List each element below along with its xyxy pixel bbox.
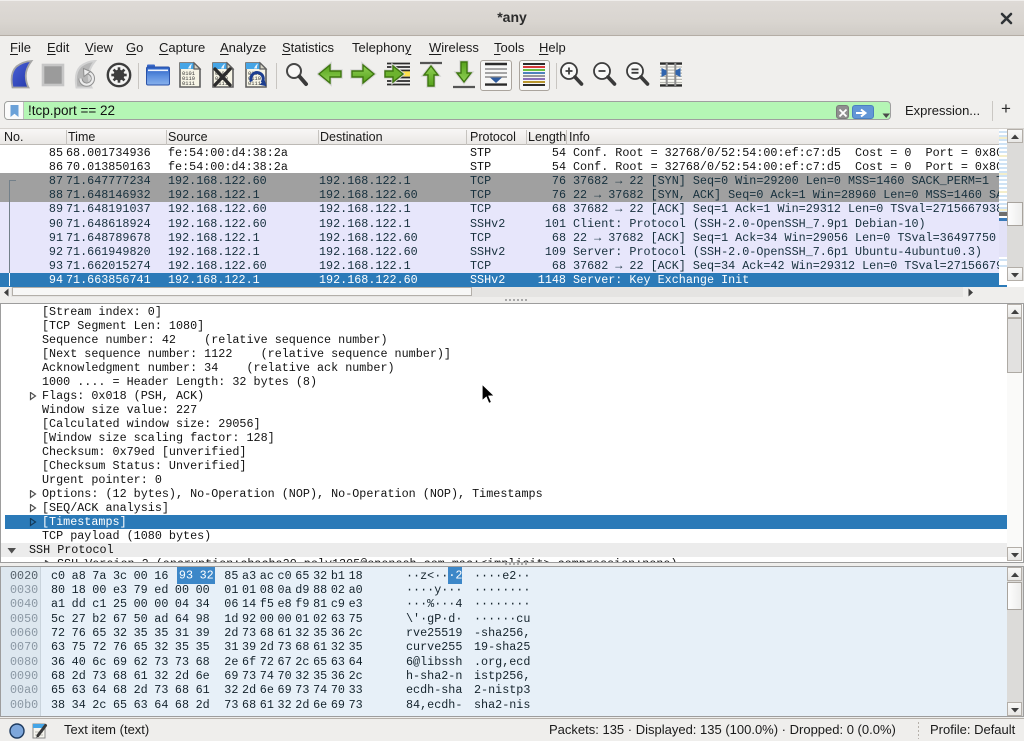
svg-text:0111: 0111 <box>182 81 195 87</box>
svg-text:0111: 0111 <box>248 81 261 87</box>
